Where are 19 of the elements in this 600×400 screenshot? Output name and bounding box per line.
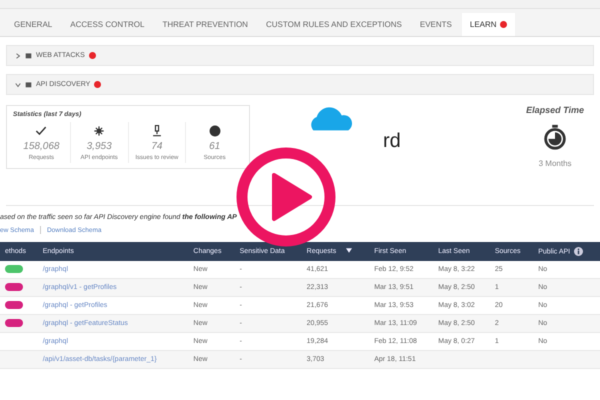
tab[interactable]: ACCESS CONTROL	[62, 13, 152, 36]
elapsed-time-title: Elapsed Time	[526, 105, 584, 115]
chevron-right-icon	[15, 52, 21, 58]
play-button-icon[interactable]	[236, 147, 336, 247]
tab[interactable]: CUSTOM RULES AND EXCEPTIONS	[258, 13, 410, 36]
stat-value: 3,953	[86, 141, 112, 152]
checkmark-icon	[34, 124, 48, 138]
chevron-down-icon	[15, 82, 21, 88]
elapsed-time-value: 3 Months	[538, 159, 572, 168]
stat-value: 61	[209, 141, 220, 152]
sort-arrow-icon	[346, 248, 352, 253]
tab[interactable]: EVENTS	[412, 13, 460, 36]
stat-value: 158,068	[23, 141, 60, 152]
bug-icon	[92, 124, 106, 138]
tab[interactable]: GENERAL	[6, 13, 60, 36]
tab[interactable]: LEARN	[462, 13, 515, 36]
tab[interactable]: THREAT PREVENTION	[154, 13, 256, 36]
logo-text: rd	[383, 130, 401, 153]
stat-value: 74	[151, 141, 162, 152]
